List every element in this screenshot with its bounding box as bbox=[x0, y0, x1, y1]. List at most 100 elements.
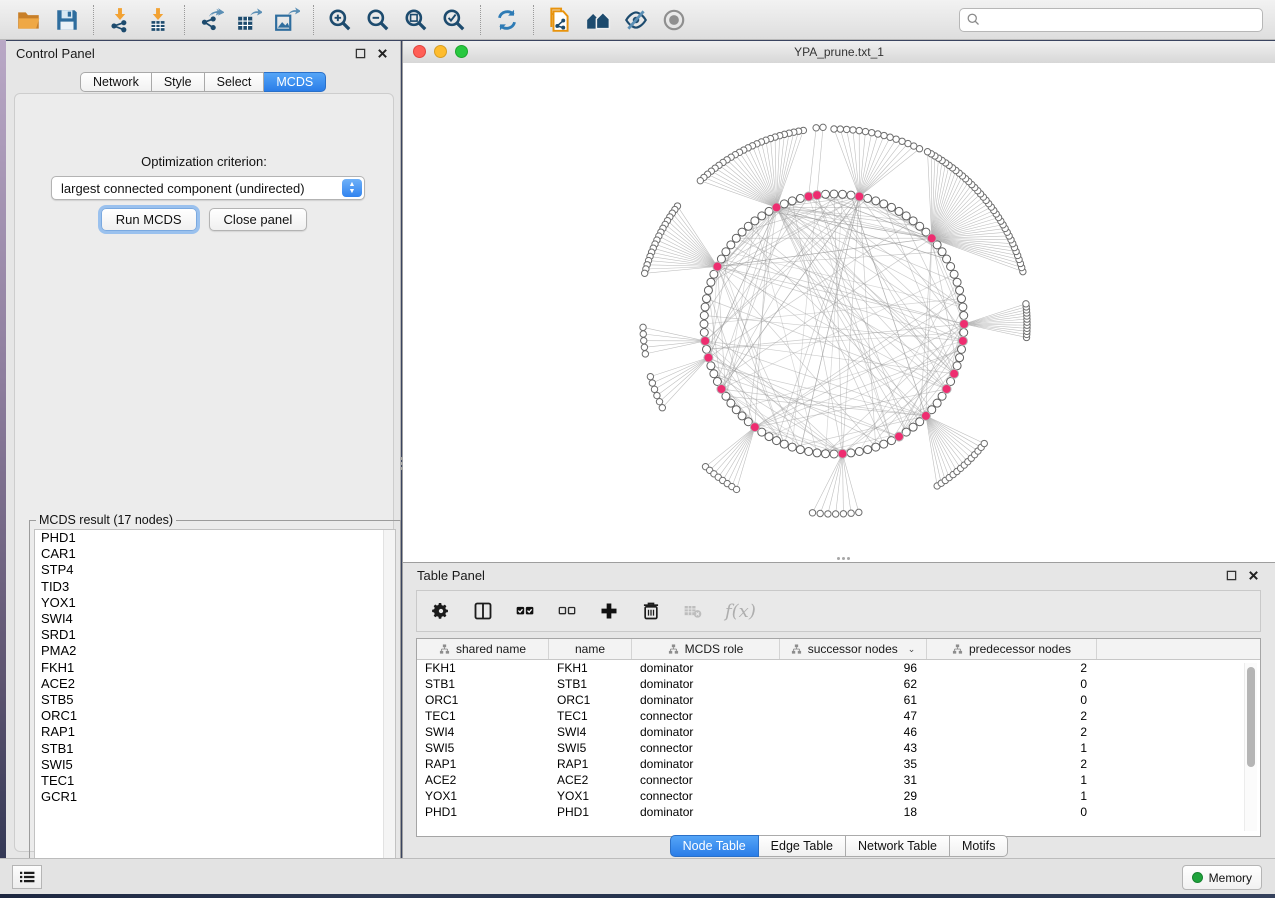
table-row[interactable]: TEC1TEC1connector472 bbox=[417, 708, 1260, 724]
column-label: shared name bbox=[456, 642, 526, 656]
table-row[interactable]: STB1STB1dominator620 bbox=[417, 676, 1260, 692]
zoom-window-icon[interactable] bbox=[455, 45, 468, 58]
float-window-icon[interactable] bbox=[1223, 567, 1239, 583]
table-settings-gear-icon[interactable] bbox=[431, 601, 451, 621]
close-panel-button[interactable]: Close panel bbox=[209, 208, 308, 231]
table-row[interactable]: ORC1ORC1dominator610 bbox=[417, 692, 1260, 708]
mcds-result-item[interactable]: STB1 bbox=[35, 741, 395, 757]
close-window-icon[interactable] bbox=[413, 45, 426, 58]
mcds-result-item[interactable]: ORC1 bbox=[35, 708, 395, 724]
mcds-result-item[interactable]: YOX1 bbox=[35, 595, 395, 611]
minimize-window-icon[interactable] bbox=[434, 45, 447, 58]
tab-edge-table[interactable]: Edge Table bbox=[759, 835, 846, 857]
table-row[interactable]: SWI5SWI5connector431 bbox=[417, 740, 1260, 756]
table-row[interactable]: PHD1PHD1dominator180 bbox=[417, 804, 1260, 820]
tab-network-table[interactable]: Network Table bbox=[846, 835, 950, 857]
network-canvas[interactable] bbox=[403, 63, 1275, 561]
export-table-icon[interactable] bbox=[230, 4, 268, 36]
mcds-result-item[interactable]: FKH1 bbox=[35, 660, 395, 676]
table-cell: 35 bbox=[780, 756, 927, 772]
tab-mcds[interactable]: MCDS bbox=[264, 72, 326, 92]
float-window-icon[interactable] bbox=[352, 45, 368, 61]
table-cell-filler bbox=[1097, 740, 1260, 756]
first-neighbors-icon[interactable] bbox=[579, 4, 617, 36]
delete-column-icon[interactable] bbox=[641, 601, 661, 621]
search-input[interactable] bbox=[986, 12, 1256, 28]
import-network-icon[interactable] bbox=[101, 4, 139, 36]
column-header-mcds-role[interactable]: MCDS role bbox=[632, 639, 780, 659]
tab-style[interactable]: Style bbox=[152, 72, 205, 92]
zoom-selected-icon[interactable] bbox=[435, 4, 473, 36]
add-column-icon[interactable] bbox=[599, 601, 619, 621]
mcds-result-item[interactable]: SRD1 bbox=[35, 627, 395, 643]
tab-select[interactable]: Select bbox=[205, 72, 265, 92]
shared-column-icon bbox=[439, 644, 450, 655]
mcds-result-item[interactable]: SWI5 bbox=[35, 757, 395, 773]
search-field[interactable] bbox=[959, 8, 1263, 32]
mcds-result-item[interactable]: PMA2 bbox=[35, 643, 395, 659]
table-row[interactable]: FKH1FKH1dominator962 bbox=[417, 660, 1260, 676]
table-cell: dominator bbox=[632, 676, 780, 692]
table-row[interactable]: ACE2ACE2connector311 bbox=[417, 772, 1260, 788]
table-cell: ACE2 bbox=[549, 772, 632, 788]
tab-node-table[interactable]: Node Table bbox=[670, 835, 759, 857]
table-row[interactable]: RAP1RAP1dominator352 bbox=[417, 756, 1260, 772]
table-row[interactable]: YOX1YOX1connector291 bbox=[417, 788, 1260, 804]
mcds-result-item[interactable]: TID3 bbox=[35, 579, 395, 595]
tab-motifs[interactable]: Motifs bbox=[950, 835, 1008, 857]
refresh-icon[interactable] bbox=[488, 4, 526, 36]
table-cell: 1 bbox=[927, 772, 1097, 788]
panel-splitter-horizontal[interactable] bbox=[830, 556, 856, 561]
mcds-result-item[interactable]: STB5 bbox=[35, 692, 395, 708]
close-panel-icon[interactable] bbox=[1245, 567, 1261, 583]
mcds-result-item[interactable]: STP4 bbox=[35, 562, 395, 578]
mcds-result-item[interactable]: RAP1 bbox=[35, 724, 395, 740]
clone-network-icon[interactable] bbox=[541, 4, 579, 36]
table-cell: RAP1 bbox=[417, 756, 549, 772]
export-image-icon[interactable] bbox=[268, 4, 306, 36]
mcds-result-item[interactable]: TEC1 bbox=[35, 773, 395, 789]
memory-button[interactable]: Memory bbox=[1182, 865, 1262, 890]
list-scrollbar[interactable] bbox=[383, 530, 395, 886]
column-header-predecessor-nodes[interactable]: predecessor nodes bbox=[927, 639, 1097, 659]
tab-network[interactable]: Network bbox=[80, 72, 152, 92]
show-columns-icon[interactable] bbox=[473, 601, 493, 621]
mcds-result-item[interactable]: PHD1 bbox=[35, 530, 395, 546]
table-cell: 46 bbox=[780, 724, 927, 740]
mcds-result-item[interactable]: CAR1 bbox=[35, 546, 395, 562]
select-all-icon[interactable] bbox=[515, 601, 535, 621]
deselect-all-icon[interactable] bbox=[557, 601, 577, 621]
import-table-icon[interactable] bbox=[139, 4, 177, 36]
task-history-button[interactable] bbox=[12, 865, 42, 889]
panel-splitter-vertical[interactable] bbox=[399, 450, 404, 476]
column-header-name[interactable]: name bbox=[549, 639, 632, 659]
hide-selected-icon[interactable] bbox=[617, 4, 655, 36]
run-mcds-button[interactable]: Run MCDS bbox=[101, 208, 197, 231]
table-scrollbar[interactable] bbox=[1244, 663, 1257, 831]
zoom-out-icon[interactable] bbox=[359, 4, 397, 36]
export-network-icon[interactable] bbox=[192, 4, 230, 36]
criterion-select[interactable]: largest connected component (undirected)… bbox=[51, 176, 365, 200]
table-row[interactable]: SWI4SWI4dominator462 bbox=[417, 724, 1260, 740]
table-scrollbar-thumb[interactable] bbox=[1247, 667, 1255, 767]
criterion-value: largest connected component (undirected) bbox=[52, 181, 342, 196]
mcds-result-list[interactable]: PHD1CAR1STP4TID3YOX1SWI4SRD1PMA2FKH1ACE2… bbox=[34, 529, 396, 887]
network-titlebar[interactable]: YPA_prune.txt_1 bbox=[403, 41, 1275, 64]
zoom-fit-icon[interactable] bbox=[397, 4, 435, 36]
column-header-successor-nodes[interactable]: successor nodes ⌄ bbox=[780, 639, 927, 659]
close-panel-icon[interactable] bbox=[374, 45, 390, 61]
zoom-in-icon[interactable] bbox=[321, 4, 359, 36]
show-all-icon[interactable] bbox=[655, 4, 693, 36]
table-cell-filler bbox=[1097, 708, 1260, 724]
save-icon[interactable] bbox=[48, 4, 86, 36]
mcds-result-item[interactable]: SWI4 bbox=[35, 611, 395, 627]
mcds-result-item[interactable]: ACE2 bbox=[35, 676, 395, 692]
table-cell: FKH1 bbox=[549, 660, 632, 676]
main-toolbar bbox=[0, 0, 1275, 40]
table-cell: SWI4 bbox=[549, 724, 632, 740]
column-header-shared-name[interactable]: shared name bbox=[417, 639, 549, 659]
control-panel: Control Panel Network Style Select MCDS … bbox=[6, 41, 401, 858]
mcds-result-item[interactable]: GCR1 bbox=[35, 789, 395, 805]
open-file-icon[interactable] bbox=[10, 4, 48, 36]
table-cell: connector bbox=[632, 708, 780, 724]
